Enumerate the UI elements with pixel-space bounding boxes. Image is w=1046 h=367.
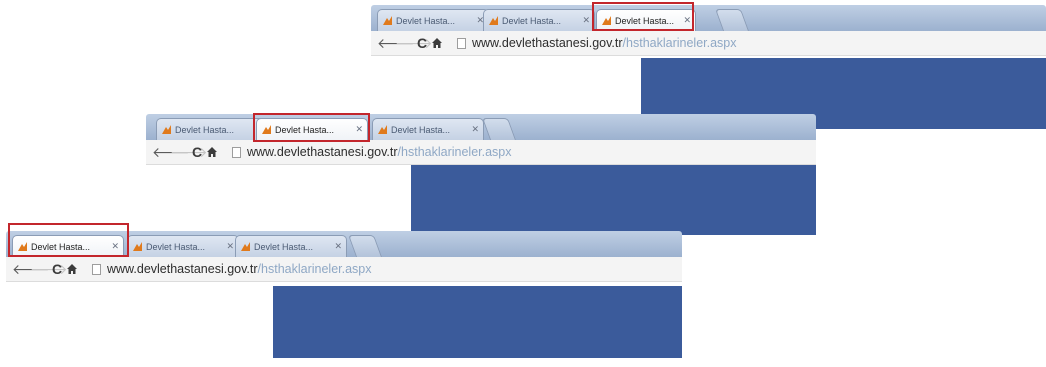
back-arrow-icon[interactable]: 🡐	[377, 35, 415, 52]
home-icon[interactable]	[66, 263, 84, 275]
reload-icon[interactable]: C	[188, 144, 206, 160]
browser-tab[interactable]: Devlet Hasta... ✕	[483, 9, 595, 31]
address-bar[interactable]: www.devlethastanesi.gov.tr/hsthaklarinel…	[107, 262, 372, 276]
home-icon[interactable]	[431, 37, 449, 49]
browser-window-3: Devlet Hasta... ✕ Devlet Hasta... ✕ Devl…	[6, 223, 682, 358]
address-bar[interactable]: www.devlethastanesi.gov.tr/hsthaklarinel…	[472, 36, 737, 50]
tab-close-icon[interactable]: ✕	[226, 241, 234, 252]
site-favicon-icon	[162, 125, 171, 134]
url-path: /hsthaklarineler.aspx	[397, 145, 512, 159]
browser-tab[interactable]: Devlet Hasta... ✕	[235, 235, 347, 257]
page-content-area	[411, 165, 816, 235]
forward-arrow-icon[interactable]: 🡒	[170, 144, 208, 161]
page-icon	[457, 37, 466, 49]
tab-title: Devlet Hasta...	[396, 15, 456, 26]
navigation-toolbar: 🡐 🡒 C www.devlethastanesi.gov.tr/hsthakl…	[371, 31, 1046, 56]
back-arrow-icon[interactable]: 🡐	[12, 261, 50, 278]
home-icon[interactable]	[206, 146, 224, 158]
tab-highlight-box	[592, 2, 694, 31]
tab-title: Devlet Hasta...	[146, 241, 206, 252]
forward-arrow-icon[interactable]: 🡒	[395, 35, 433, 52]
tab-highlight-box	[253, 113, 370, 142]
page-icon	[92, 263, 101, 275]
navigation-toolbar: 🡐 🡒 C www.devlethastanesi.gov.tr/hsthakl…	[6, 257, 682, 282]
site-favicon-icon	[378, 125, 387, 134]
navigation-toolbar: 🡐 🡒 C www.devlethastanesi.gov.tr/hsthakl…	[146, 140, 816, 165]
tab-title: Devlet Hasta...	[391, 124, 451, 135]
url-path: /hsthaklarineler.aspx	[257, 262, 372, 276]
url-domain: www.devlethastanesi.gov.tr	[247, 145, 398, 159]
browser-tab[interactable]: Devlet Hasta... ✕	[377, 9, 489, 31]
reload-icon[interactable]: C	[413, 35, 431, 51]
site-favicon-icon	[489, 16, 498, 25]
browser-tab[interactable]: Devlet Hasta... ✕	[372, 118, 484, 140]
site-favicon-icon	[383, 16, 392, 25]
site-favicon-icon	[241, 242, 250, 251]
url-path: /hsthaklarineler.aspx	[622, 36, 737, 50]
browser-tab[interactable]: Devlet Hasta... ✕	[156, 118, 268, 140]
browser-tab[interactable]: Devlet Hasta... ✕	[127, 235, 239, 257]
browser-window-2: Devlet Hasta... ✕ Devlet Hasta... ✕ Devl…	[146, 113, 816, 235]
browser-window-1: Devlet Hasta... ✕ Devlet Hasta... ✕ Devl…	[371, 2, 1046, 129]
page-content-area	[273, 286, 682, 358]
reload-icon[interactable]: C	[48, 261, 66, 277]
tab-close-icon[interactable]: ✕	[471, 124, 479, 135]
tab-highlight-box	[8, 223, 129, 257]
tab-title: Devlet Hasta...	[254, 241, 314, 252]
url-domain: www.devlethastanesi.gov.tr	[107, 262, 258, 276]
tab-close-icon[interactable]: ✕	[582, 15, 590, 26]
tab-title: Devlet Hasta...	[175, 124, 235, 135]
page-icon	[232, 146, 241, 158]
url-domain: www.devlethastanesi.gov.tr	[472, 36, 623, 50]
back-arrow-icon[interactable]: 🡐	[152, 144, 190, 161]
tab-title: Devlet Hasta...	[502, 15, 562, 26]
forward-arrow-icon[interactable]: 🡒	[30, 261, 68, 278]
site-favicon-icon	[133, 242, 142, 251]
tab-close-icon[interactable]: ✕	[334, 241, 342, 252]
address-bar[interactable]: www.devlethastanesi.gov.tr/hsthaklarinel…	[247, 145, 512, 159]
